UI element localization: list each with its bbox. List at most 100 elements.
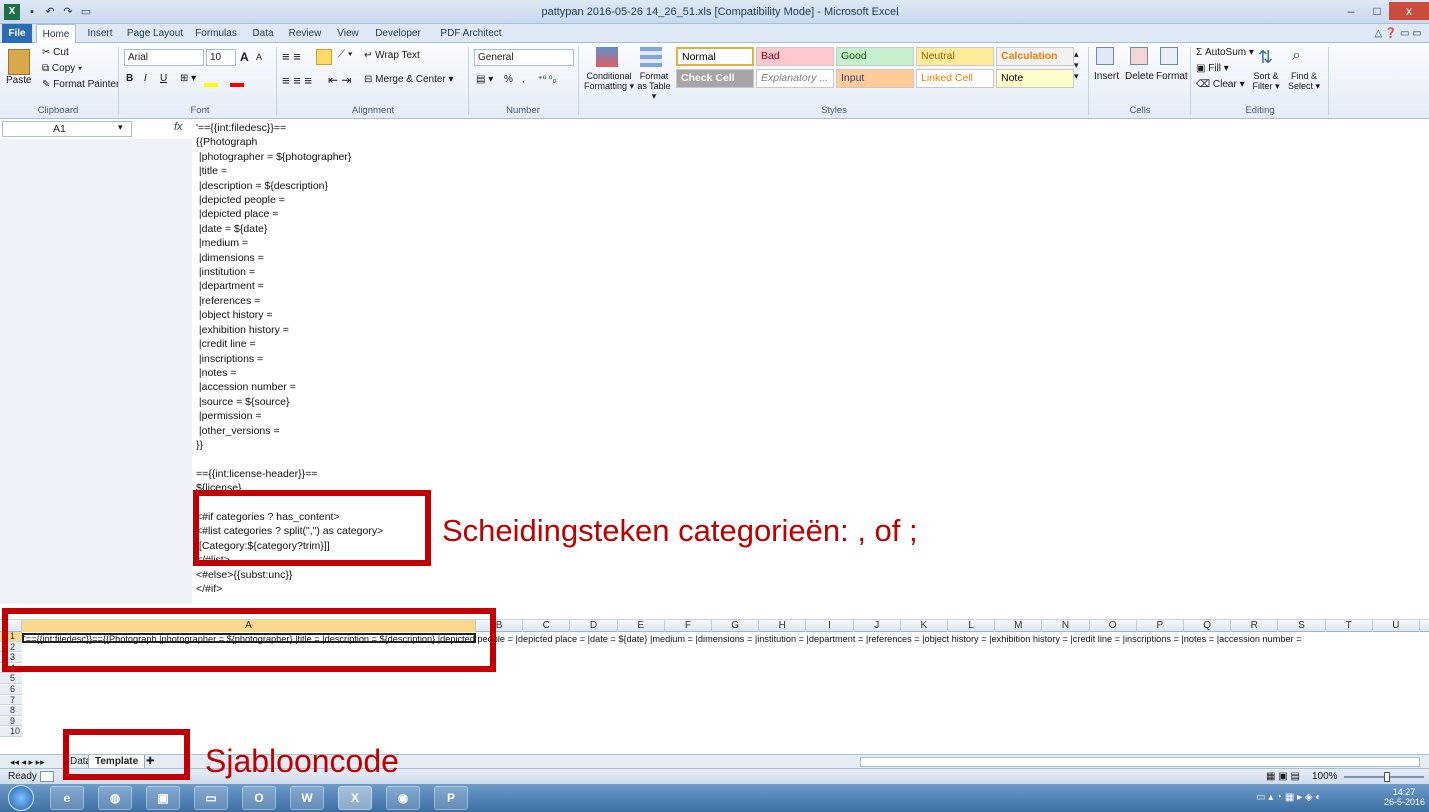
orientation-icon[interactable]: ⟋ ▾ (338, 49, 353, 60)
column-header-o[interactable]: O (1090, 620, 1137, 632)
start-button[interactable] (8, 785, 34, 811)
column-header-g[interactable]: G (712, 620, 760, 632)
tray-icons[interactable]: ▭ ▴ ◔ ▦ ▸ ◈ ◐ (1256, 792, 1321, 803)
zoom-slider-thumb[interactable] (1384, 772, 1390, 782)
clock[interactable]: 14:27 26-5-2016 (1384, 787, 1425, 807)
bold-button[interactable]: B (126, 73, 133, 84)
open-icon[interactable]: ▭ (78, 4, 94, 20)
cell-style-5[interactable]: Check Cell (676, 69, 754, 88)
paste-icon[interactable] (8, 49, 30, 75)
firefox-icon[interactable]: ◍ (98, 786, 132, 810)
chrome-icon[interactable]: ◉ (386, 786, 420, 810)
column-header-q[interactable]: Q (1184, 620, 1232, 632)
cell-style-2[interactable]: Good (836, 47, 914, 66)
insert-function-icon[interactable]: fx (174, 121, 183, 133)
app-icon[interactable]: ▣ (146, 786, 180, 810)
row-header-7[interactable]: 7 (0, 695, 22, 706)
paste-button[interactable]: Paste (6, 75, 32, 86)
excel-logo-icon[interactable]: X (4, 4, 20, 20)
number-format-select[interactable]: General (474, 49, 574, 66)
format-painter-button[interactable]: ✎ Format Painter (42, 79, 119, 90)
autosum-button[interactable]: Σ AutoSum ▾ (1196, 47, 1254, 58)
align-middle-icon[interactable] (316, 49, 332, 65)
column-header-h[interactable]: H (759, 620, 807, 632)
insert-cells-icon[interactable] (1096, 47, 1114, 65)
borders-icon[interactable]: ⊞ ▾ (180, 73, 196, 84)
cell-style-6[interactable]: Explanatory ... (756, 69, 834, 88)
column-header-i[interactable]: I (806, 620, 854, 632)
cut-button[interactable]: ✂ Cut (42, 47, 69, 58)
currency-icon[interactable]: ▤ ▾ (476, 74, 493, 85)
sort-filter-button[interactable]: Sort & Filter ▾ (1246, 71, 1286, 91)
percent-button[interactable]: % (504, 74, 513, 85)
zoom-level[interactable]: 100% (1312, 771, 1338, 782)
gallery-scroll-icon[interactable]: ▴ ▾ ▾ (1074, 49, 1079, 82)
indent-icon[interactable]: ⇤ ⇥ (328, 73, 351, 87)
tab-pdf-architect[interactable]: PDF Architect (430, 24, 512, 43)
clear-button[interactable]: ⌫ Clear ▾ (1196, 79, 1245, 90)
macro-record-icon[interactable] (40, 771, 54, 782)
powerpoint-icon[interactable]: P (434, 786, 468, 810)
copy-button[interactable]: ⧉ Copy ▾ (42, 63, 82, 74)
cell-style-9[interactable]: Note (996, 69, 1074, 88)
conditional-formatting-button[interactable]: Conditional Formatting ▾ (582, 71, 636, 91)
merge-center-button[interactable]: ⊟ Merge & Center ▾ (364, 74, 454, 85)
column-header-p[interactable]: P (1137, 620, 1184, 632)
column-header-u[interactable]: U (1373, 620, 1420, 632)
wrap-text-button[interactable]: ↵ Wrap Text (364, 50, 420, 61)
grow-font-button[interactable]: A (240, 50, 249, 64)
delete-button[interactable]: Delete (1125, 71, 1154, 82)
conditional-formatting-icon[interactable] (596, 47, 618, 67)
column-header-e[interactable]: E (618, 620, 665, 632)
comma-button[interactable]: , (522, 74, 525, 85)
tab-page-layout[interactable]: Page Layout (124, 24, 186, 43)
column-header-r[interactable]: R (1231, 620, 1279, 632)
format-table-button[interactable]: Format as Table ▾ (634, 71, 674, 101)
tab-developer[interactable]: Developer (368, 24, 428, 43)
row-header-6[interactable]: 6 (0, 684, 22, 695)
insert-button[interactable]: Insert (1094, 71, 1119, 82)
font-size-select[interactable]: 10 (206, 49, 236, 66)
explorer-icon[interactable]: ▭ (194, 786, 228, 810)
redo-icon[interactable]: ↷ (60, 4, 76, 20)
font-color-icon[interactable] (230, 73, 244, 87)
cell-style-8[interactable]: Linked Cell (916, 69, 994, 88)
excel-taskbar-icon[interactable]: X (338, 786, 372, 810)
maximize-button[interactable]: □ (1364, 2, 1390, 20)
shrink-font-button[interactable]: A (256, 52, 262, 62)
tab-insert[interactable]: Insert (80, 24, 120, 43)
view-buttons-icon[interactable]: ▦ ▣ ▤ (1266, 771, 1300, 782)
sheet-nav-icon[interactable]: ◂◂ ◂ ▸ ▸▸ (4, 755, 51, 769)
column-header-d[interactable]: D (570, 620, 618, 632)
column-header-n[interactable]: N (1042, 620, 1090, 632)
tab-home[interactable]: Home (36, 24, 76, 44)
align-top-icon[interactable]: ≡ ≡ (282, 49, 301, 64)
align-left-icon[interactable]: ≡ ≡ ≡ (282, 73, 312, 88)
ie-icon[interactable]: e (50, 786, 84, 810)
fill-color-icon[interactable] (204, 73, 218, 87)
column-header-m[interactable]: M (995, 620, 1043, 632)
column-header-t[interactable]: T (1326, 620, 1373, 632)
row-header-5[interactable]: 5 (0, 674, 22, 684)
format-cells-icon[interactable] (1160, 47, 1178, 65)
close-button[interactable]: x (1389, 2, 1429, 20)
help-icon[interactable]: △ ❓ ▭ ▭ (1370, 24, 1426, 43)
italic-button[interactable]: I (144, 73, 147, 84)
cell-style-1[interactable]: Bad (756, 47, 834, 66)
sort-filter-icon[interactable]: ⇅ (1258, 47, 1273, 68)
format-button[interactable]: Format (1156, 71, 1188, 82)
tab-data[interactable]: Data (246, 24, 280, 43)
format-table-icon[interactable] (640, 47, 662, 67)
row-header-9[interactable]: 9 (0, 716, 22, 727)
fill-button[interactable]: ▣ Fill ▾ (1196, 63, 1229, 74)
name-box-dropdown-icon[interactable]: ▾ (118, 122, 123, 133)
tab-view[interactable]: View (330, 24, 366, 43)
cell-style-7[interactable]: Input (836, 69, 914, 88)
column-header-s[interactable]: S (1278, 620, 1326, 632)
tab-formulas[interactable]: Formulas (188, 24, 244, 43)
column-header-c[interactable]: C (523, 620, 571, 632)
cell-style-0[interactable]: Normal (676, 47, 754, 66)
outlook-icon[interactable]: O (242, 786, 276, 810)
cell-style-4[interactable]: Calculation (996, 47, 1074, 66)
find-select-button[interactable]: Find & Select ▾ (1284, 71, 1324, 91)
